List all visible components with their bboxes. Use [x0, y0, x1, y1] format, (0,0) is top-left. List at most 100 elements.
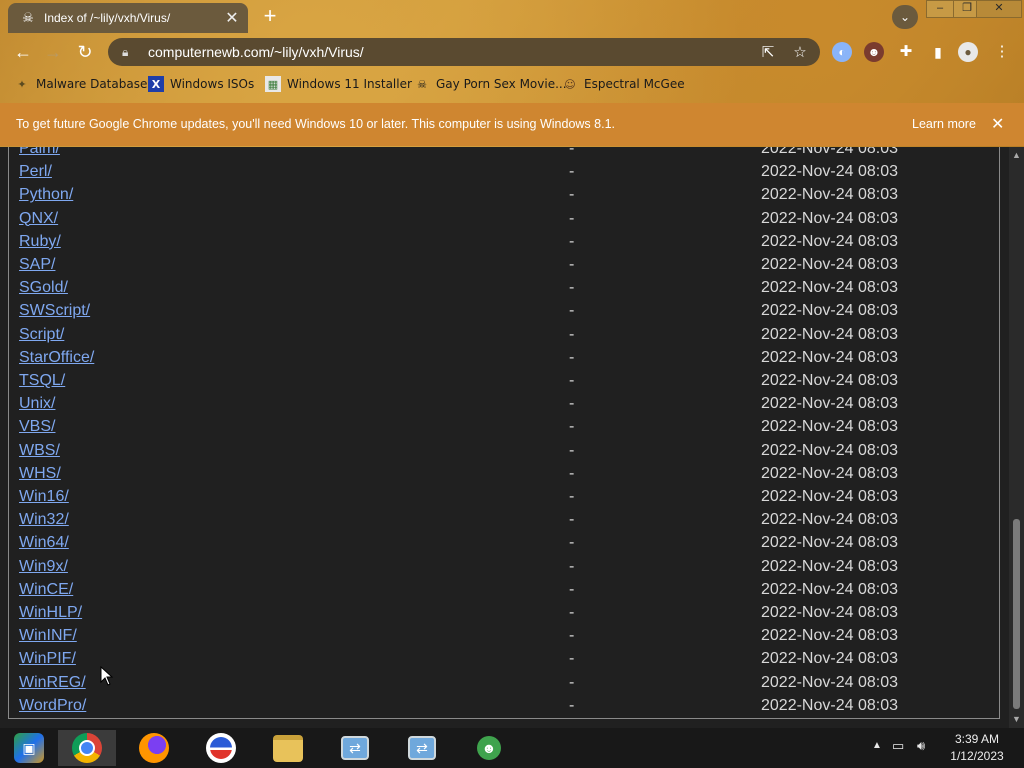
directory-link[interactable]: SWScript/	[19, 302, 90, 320]
bookmark-windows-11-installer[interactable]: ▦ Windows 11 Installer	[265, 76, 412, 92]
chrome-icon	[72, 733, 102, 763]
bookmark-malware-database[interactable]: ✦ Malware Database	[14, 76, 147, 92]
directory-link[interactable]: SGold/	[19, 279, 68, 297]
directory-link[interactable]: WordPro/	[19, 697, 86, 715]
directory-link[interactable]: Script/	[19, 326, 64, 344]
entry-size: -	[569, 696, 575, 714]
entry-date: 2022-Nov-24 08:03	[761, 673, 898, 691]
scroll-up-icon[interactable]: ▲	[1012, 150, 1021, 160]
entry-size: -	[569, 511, 575, 529]
window-close-button[interactable]: ✕	[976, 0, 1022, 18]
file-explorer-icon	[273, 734, 303, 762]
network-icon[interactable]: ▭	[892, 738, 904, 754]
entry-size: -	[569, 279, 575, 297]
directory-link[interactable]: StarOffice/	[19, 349, 94, 367]
page-scrollbar[interactable]: ▲ ▼	[1009, 147, 1024, 728]
entry-size: -	[569, 348, 575, 366]
forward-button[interactable]: →	[40, 40, 66, 64]
taskbar: ▣ ⇄ ⇄ ☻ ▲ ▭ 🔊︎ 3:39 AM 1/12/2023	[0, 728, 1024, 768]
entry-date: 2022-Nov-24 08:03	[761, 441, 898, 459]
directory-link[interactable]: VBS/	[19, 418, 55, 436]
chrome-menu-icon[interactable]: ⋮	[992, 42, 1012, 62]
listing-row: Ruby/ - 2022-Nov-24 08:03	[19, 231, 994, 254]
taskbar-remote-desktop-1[interactable]: ⇄	[326, 730, 384, 766]
taskbar-remote-desktop-2[interactable]: ⇄	[393, 730, 451, 766]
lock-icon[interactable]: 🔒︎	[122, 45, 136, 60]
side-panel-icon[interactable]: ▮	[928, 42, 948, 62]
scroll-down-icon[interactable]: ▼	[1012, 714, 1021, 724]
directory-link[interactable]: QNX/	[19, 210, 58, 228]
browser-tab[interactable]: ☠ Index of /~lily/vxh/Virus/ ✕	[8, 3, 248, 33]
listing-row: WinCE/ - 2022-Nov-24 08:03	[19, 579, 994, 602]
taskbar-chrome[interactable]	[58, 730, 116, 766]
directory-link[interactable]: TSQL/	[19, 372, 65, 390]
directory-link[interactable]: Palm/	[19, 147, 60, 158]
extensions-puzzle-icon[interactable]: ✚	[896, 42, 916, 62]
listing-row: TSQL/ - 2022-Nov-24 08:03	[19, 370, 994, 393]
address-bar[interactable]: 🔒︎ computernewb.com/~lily/vxh/Virus/ ⇱ ☆	[108, 38, 820, 66]
minimize-button[interactable]: –	[926, 0, 954, 18]
directory-link[interactable]: WinINF/	[19, 627, 77, 645]
start-button[interactable]: ▣	[0, 730, 58, 766]
bookmark-gay-porn-sex-movie[interactable]: ☠ Gay Porn Sex Movie...	[414, 76, 566, 92]
network-users-icon: ☻	[477, 736, 501, 760]
directory-link[interactable]: WHS/	[19, 465, 61, 483]
bookmark-star-icon[interactable]: ☆	[788, 43, 812, 61]
entry-size: -	[569, 186, 575, 204]
bookmark-windows-isos[interactable]: X Windows ISOs	[148, 76, 254, 92]
listing-row: WinHLP/ - 2022-Nov-24 08:03	[19, 602, 994, 625]
directory-link[interactable]: WBS/	[19, 442, 60, 460]
entry-date: 2022-Nov-24 08:03	[761, 348, 898, 366]
directory-link[interactable]: Perl/	[19, 163, 52, 181]
taskbar-network-users[interactable]: ☻	[460, 730, 518, 766]
entry-size: -	[569, 534, 575, 552]
directory-link[interactable]: Unix/	[19, 395, 55, 413]
taskbar-firefox[interactable]	[125, 730, 183, 766]
entry-size: -	[569, 418, 575, 436]
back-button[interactable]: ←	[10, 40, 36, 64]
directory-link[interactable]: WinREG/	[19, 674, 86, 692]
page-favicon-icon: ☠	[22, 10, 34, 25]
tab-close-icon[interactable]: ✕	[222, 8, 242, 28]
listing-row: WinPIF/ - 2022-Nov-24 08:03	[19, 648, 994, 671]
entry-date: 2022-Nov-24 08:03	[761, 256, 898, 273]
start-icon: ▣	[14, 733, 44, 763]
directory-link[interactable]: Ruby/	[19, 233, 61, 251]
directory-link[interactable]: WinCE/	[19, 581, 73, 599]
taskbar-opera[interactable]	[192, 730, 250, 766]
extension-avatar-icon[interactable]: ☻	[864, 42, 884, 62]
directory-link[interactable]: WinHLP/	[19, 604, 82, 622]
extension-globe-icon[interactable]: ◐	[832, 42, 852, 62]
directory-link[interactable]: Win16/	[19, 488, 69, 506]
entry-date: 2022-Nov-24 08:03	[761, 511, 898, 529]
reload-button[interactable]: ↻	[72, 40, 98, 64]
bookmark-espectral-mcgee[interactable]: ☺ Espectral McGee	[562, 76, 684, 92]
scrollbar-thumb[interactable]	[1013, 519, 1020, 709]
directory-link[interactable]: Win9x/	[19, 558, 68, 576]
directory-link[interactable]: WinPIF/	[19, 650, 76, 668]
tray-overflow-icon[interactable]: ▲	[872, 740, 882, 751]
learn-more-link[interactable]: Learn more	[912, 117, 976, 131]
new-tab-button[interactable]: +	[259, 5, 281, 28]
share-icon[interactable]: ⇱	[756, 43, 780, 61]
tab-search-button[interactable]: ⌄	[892, 5, 918, 29]
infobar-close-icon[interactable]: ✕	[991, 114, 1004, 134]
listing-row: QNX/ - 2022-Nov-24 08:03	[19, 208, 994, 231]
tab-title: Index of /~lily/vxh/Virus/	[44, 11, 171, 25]
listing-row: Win16/ - 2022-Nov-24 08:03	[19, 486, 994, 509]
face-icon: ☺	[564, 77, 576, 91]
address-url[interactable]: computernewb.com/~lily/vxh/Virus/	[148, 44, 756, 60]
directory-link[interactable]: Python/	[19, 186, 73, 204]
listing-row: WinREG/ - 2022-Nov-24 08:03	[19, 672, 994, 695]
directory-link[interactable]: Win64/	[19, 534, 69, 552]
directory-link[interactable]: Win32/	[19, 511, 69, 529]
profile-avatar-icon[interactable]: ●	[958, 42, 978, 62]
listing-row: WinINF/ - 2022-Nov-24 08:03	[19, 625, 994, 648]
entry-date: 2022-Nov-24 08:03	[761, 418, 898, 436]
directory-link[interactable]: SAP/	[19, 256, 55, 274]
system-clock[interactable]: 3:39 AM 1/12/2023	[942, 731, 1012, 765]
entry-date: 2022-Nov-24 08:03	[761, 464, 898, 482]
entry-date: 2022-Nov-24 08:03	[761, 627, 898, 645]
taskbar-file-explorer[interactable]	[259, 730, 317, 766]
volume-icon[interactable]: 🔊︎	[917, 738, 925, 754]
